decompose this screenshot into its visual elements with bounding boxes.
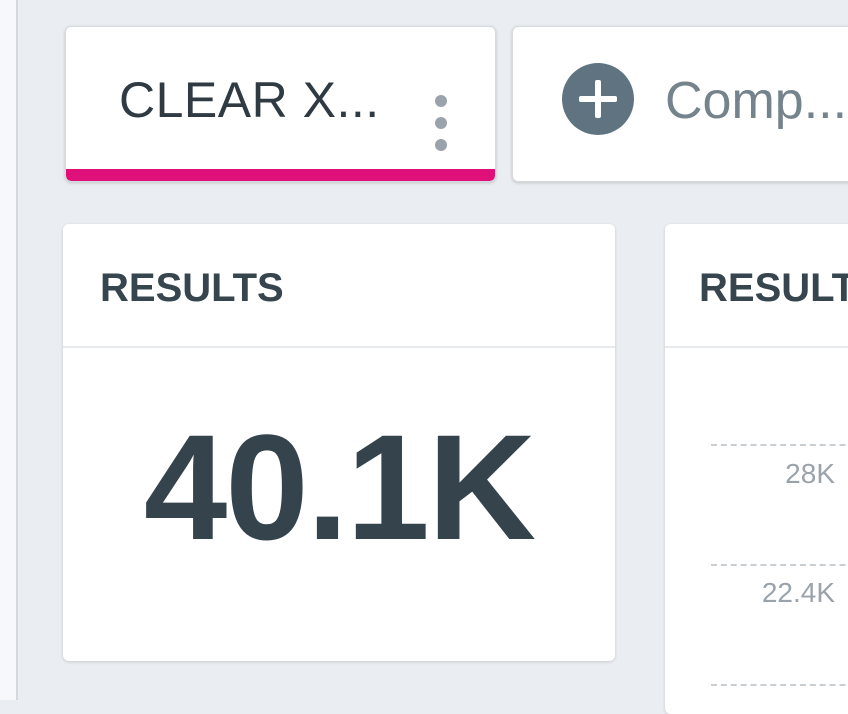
results-chart-card: RESULTS 28K 22.4K	[665, 224, 848, 714]
results-value: 40.1K	[143, 403, 536, 571]
y-tick-label: 22.4K	[761, 577, 835, 608]
kebab-menu-icon[interactable]	[434, 95, 448, 155]
grid-line	[711, 444, 848, 446]
tab-label: Comp...	[665, 72, 848, 130]
y-tick-label: 28K	[785, 458, 835, 489]
grid-line	[711, 684, 848, 686]
tab-clear-x[interactable]: CLEAR X...	[65, 26, 496, 182]
card-title: RESULTS	[100, 266, 284, 310]
plus-circle-icon[interactable]	[562, 63, 634, 135]
card-header: RESULTS	[665, 224, 848, 348]
results-card: RESULTS 40.1K	[63, 224, 615, 661]
tab-add-comparison[interactable]: Comp...	[512, 26, 848, 182]
active-tab-indicator	[66, 169, 495, 181]
tab-label: CLEAR X...	[119, 72, 380, 128]
card-title: RESULTS	[699, 266, 848, 310]
sidebar-edge	[0, 0, 18, 700]
grid-line	[711, 564, 848, 566]
card-header: RESULTS	[63, 224, 615, 348]
